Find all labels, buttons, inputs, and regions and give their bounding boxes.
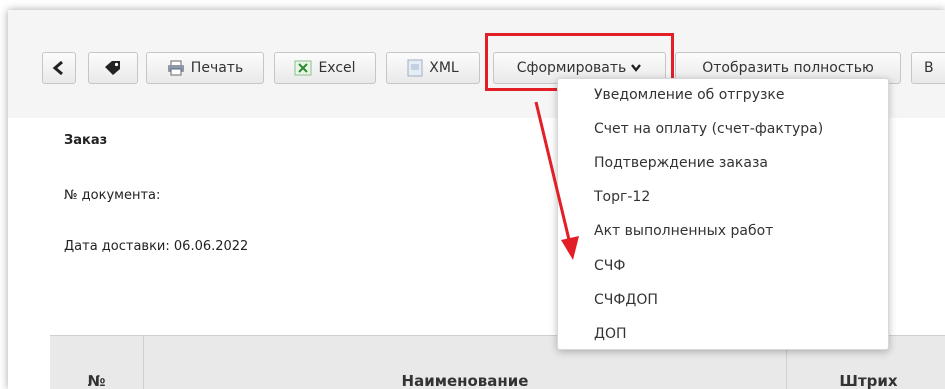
column-barcode-label: Штрих bbox=[839, 372, 898, 389]
column-header-number[interactable]: № bbox=[50, 336, 144, 389]
xml-label: XML bbox=[429, 60, 459, 76]
menu-item-work-act[interactable]: Акт выполненных работ bbox=[594, 223, 773, 239]
excel-button[interactable]: Excel bbox=[274, 52, 376, 84]
chevron-left-icon bbox=[52, 60, 63, 76]
menu-item-torg12[interactable]: Торг-12 bbox=[594, 189, 650, 205]
tag-button[interactable] bbox=[88, 52, 138, 84]
print-button[interactable]: Печать bbox=[146, 52, 264, 84]
delivery-date-label: Дата доставки: 06.06.2022 bbox=[64, 239, 249, 254]
more-label: В bbox=[924, 60, 934, 76]
document-number-label: № документа: bbox=[64, 188, 161, 203]
excel-label: Excel bbox=[318, 60, 356, 76]
menu-item-dop[interactable]: ДОП bbox=[594, 326, 626, 342]
back-button[interactable] bbox=[42, 52, 76, 84]
column-number-label: № bbox=[87, 372, 106, 389]
xml-button[interactable]: XML bbox=[386, 52, 480, 84]
show-full-label: Отобразить полностью bbox=[702, 60, 874, 76]
excel-icon bbox=[294, 60, 312, 76]
print-label: Печать bbox=[190, 60, 244, 76]
column-name-label: Наименование bbox=[401, 372, 529, 389]
tag-icon bbox=[105, 61, 120, 75]
form-dropdown-menu: Уведомление об отгрузке Счет на оплату (… bbox=[557, 78, 889, 350]
printer-icon bbox=[167, 60, 184, 76]
document-window: Печать Excel XML Сформировать Отобразить… bbox=[8, 10, 945, 389]
document-title: Заказ bbox=[64, 133, 108, 148]
menu-item-invoice[interactable]: Счет на оплату (счет-фактура) bbox=[594, 121, 823, 137]
menu-item-schfdop[interactable]: СЧФДОП bbox=[594, 292, 658, 308]
xml-file-icon bbox=[407, 59, 423, 77]
menu-item-order-confirmation[interactable]: Подтверждение заказа bbox=[594, 155, 768, 171]
menu-item-shipment-notice[interactable]: Уведомление об отгрузке bbox=[594, 87, 785, 103]
menu-item-schf[interactable]: СЧФ bbox=[594, 258, 625, 274]
more-button[interactable]: В bbox=[911, 52, 945, 84]
